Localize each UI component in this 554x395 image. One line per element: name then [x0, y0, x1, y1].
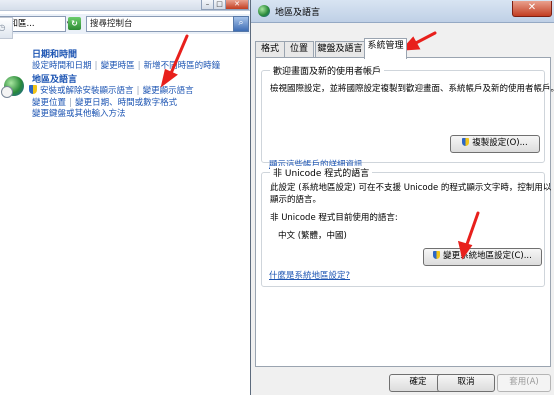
tab-keyboards[interactable]: 鍵盤及語言 — [315, 41, 365, 58]
link-add-clocks[interactable]: 新增不同時區的時鐘 — [144, 61, 221, 71]
cancel-button[interactable]: 取消 — [437, 374, 495, 392]
group-title: 歡迎畫面及新的使用者帳戶 — [270, 64, 385, 77]
search-input[interactable]: 搜尋控制台 — [86, 16, 235, 32]
link-separator: | — [137, 61, 141, 71]
link-separator: | — [94, 61, 98, 71]
link-separator: | — [136, 86, 140, 96]
category-region-links-1: 安裝或解除安裝顯示語言 | 變更顯示語言 — [40, 84, 194, 96]
clock-icon: ◷ — [0, 17, 13, 39]
close-button[interactable]: ✕ — [512, 1, 552, 17]
change-system-locale-label: 變更系統地區設定(C)... — [443, 251, 532, 261]
link-change-timezone[interactable]: 變更時區 — [101, 61, 135, 71]
what-is-system-locale-link[interactable]: 什麼是系統地區設定? — [269, 269, 350, 281]
category-region-links-3: 變更鍵盤或其他輸入方法 — [32, 107, 126, 119]
tab-formats[interactable]: 格式 — [255, 41, 285, 58]
tab-administrative[interactable]: 系統管理 — [364, 38, 407, 59]
change-system-locale-button[interactable]: 變更系統地區設定(C)... — [423, 248, 542, 266]
region-language-dialog: 地區及語言 ✕ 格式 位置 鍵盤及語言 系統管理 歡迎畫面及新的使用者帳戶 檢視… — [250, 0, 554, 395]
link-change-keyboards[interactable]: 變更鍵盤或其他輸入方法 — [32, 109, 126, 119]
refresh-icon[interactable]: ↻ — [68, 17, 81, 30]
welcome-screen-group: 歡迎畫面及新的使用者帳戶 檢視國際設定，並將國際設定複製到歡迎畫面、系統帳戶及新… — [261, 64, 554, 170]
close-button[interactable]: ✕ — [225, 0, 249, 10]
tab-panel: 歡迎畫面及新的使用者帳戶 檢視國際設定，並將國際設定複製到歡迎畫面、系統帳戶及新… — [255, 57, 554, 367]
shield-icon — [462, 138, 470, 146]
non-unicode-group: 非 Unicode 程式的語言 此設定 (系統地區設定) 可在不支援 Unico… — [261, 166, 551, 287]
control-panel-window: – □ ✕ 查和區... ▾ ↻ 搜尋控制台 ⌕ ◷ 日期和時間 設定時間和日期… — [0, 0, 250, 395]
search-icon[interactable]: ⌕ — [233, 16, 249, 32]
group-description: 檢視國際設定，並將國際設定複製到歡迎畫面、系統帳戶及新的使用者帳戶。 — [270, 84, 554, 94]
globe-icon — [258, 5, 270, 17]
tab-location[interactable]: 位置 — [284, 41, 314, 58]
dialog-title-bar: 地區及語言 ✕ — [251, 0, 554, 23]
shield-icon — [29, 85, 37, 94]
shield-icon — [433, 251, 441, 259]
current-language-value: 中文 (繁體，中國) — [278, 231, 347, 241]
category-datetime-links: 設定時間和日期 | 變更時區 | 新增不同時區的時鐘 — [32, 59, 220, 71]
group-description-line-2: 顯示的語言。 — [270, 195, 322, 205]
address-bar: 查和區... ▾ ↻ 搜尋控制台 ⌕ — [0, 14, 250, 34]
dialog-title: 地區及語言 — [275, 8, 321, 18]
small-clock-icon — [1, 86, 13, 98]
link-set-time[interactable]: 設定時間和日期 — [32, 61, 92, 71]
link-change-display-language[interactable]: 變更顯示語言 — [143, 86, 194, 96]
window-top-bar: – □ ✕ — [0, 0, 250, 11]
copy-settings-label: 複製設定(O)... — [472, 138, 528, 148]
group-title: 非 Unicode 程式的語言 — [270, 166, 373, 179]
link-install-display-language[interactable]: 安裝或解除安裝顯示語言 — [40, 86, 134, 96]
current-language-label: 非 Unicode 程式目前使用的語言: — [270, 213, 398, 223]
copy-settings-button[interactable]: 複製設定(O)... — [450, 135, 540, 153]
apply-button[interactable]: 套用(A) — [497, 374, 551, 392]
